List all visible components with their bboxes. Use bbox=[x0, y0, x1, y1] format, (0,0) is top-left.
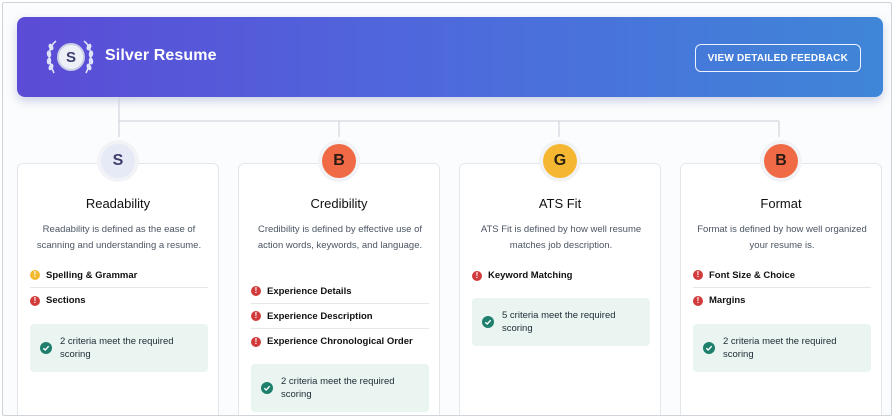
check-circle-icon bbox=[40, 342, 52, 354]
grade-badge-credibility: B bbox=[322, 144, 356, 178]
grade-badge-ats-fit: G bbox=[543, 144, 577, 178]
criterion-row[interactable]: ! Margins bbox=[693, 288, 871, 313]
criteria-met-summary: 2 criteria meet the required scoring bbox=[30, 324, 208, 372]
criteria-list: ! Font Size & Choice ! Margins bbox=[693, 263, 871, 313]
grade-badge-readability: S bbox=[101, 144, 135, 178]
criterion-row[interactable]: ! Spelling & Grammar bbox=[30, 263, 208, 288]
card-description: ATS Fit is defined by how well resume ma… bbox=[480, 224, 642, 251]
criteria-met-text: 5 criteria meet the required scoring bbox=[502, 310, 616, 334]
connector-lines bbox=[118, 97, 780, 137]
error-icon: ! bbox=[251, 286, 261, 296]
error-icon: ! bbox=[251, 336, 261, 347]
card-title: Credibility bbox=[310, 196, 368, 211]
grade-badge-format: B bbox=[764, 144, 798, 178]
criteria-met-text: 2 criteria meet the required scoring bbox=[723, 336, 837, 360]
criterion-row[interactable]: ! Font Size & Choice bbox=[693, 263, 871, 288]
category-card-credibility: Credibility Credibility is defined by ef… bbox=[238, 163, 440, 415]
card-description: Readability is defined as the ease of sc… bbox=[36, 224, 202, 251]
check-circle-icon bbox=[703, 342, 715, 354]
criterion-label: Experience Details bbox=[267, 285, 352, 297]
criterion-label: Spelling & Grammar bbox=[46, 269, 138, 281]
laurel-right-icon bbox=[83, 40, 94, 74]
check-circle-icon bbox=[482, 316, 494, 328]
criteria-met-summary: 2 criteria meet the required scoring bbox=[251, 364, 429, 412]
criteria-met-summary: 2 criteria meet the required scoring bbox=[693, 324, 871, 372]
criterion-row[interactable]: ! Experience Details bbox=[251, 279, 429, 304]
warning-icon: ! bbox=[30, 270, 40, 280]
criteria-met-text: 2 criteria meet the required scoring bbox=[281, 376, 395, 400]
criterion-label: Experience Chronological Order bbox=[267, 336, 413, 347]
criterion-label: Sections bbox=[46, 295, 86, 306]
category-card-format: Format Format is defined by how well org… bbox=[680, 163, 882, 415]
category-card-ats-fit: ATS Fit ATS Fit is defined by how well r… bbox=[459, 163, 661, 415]
error-icon: ! bbox=[251, 311, 261, 321]
category-card-readability: Readability Readability is defined as th… bbox=[17, 163, 219, 415]
error-icon: ! bbox=[693, 295, 703, 306]
silver-badge: S bbox=[45, 39, 95, 75]
criteria-met-summary: 5 criteria meet the required scoring bbox=[472, 298, 650, 346]
criterion-label: Font Size & Choice bbox=[709, 269, 796, 281]
criteria-list: ! Experience Details ! Experience Descri… bbox=[251, 279, 429, 354]
criterion-row[interactable]: ! Experience Description bbox=[251, 304, 429, 329]
criterion-row[interactable]: ! Sections bbox=[30, 288, 208, 313]
criteria-list: ! Keyword Matching bbox=[472, 263, 650, 288]
card-title: Readability bbox=[85, 196, 151, 211]
criterion-label: Keyword Matching bbox=[488, 270, 573, 281]
criteria-list: ! Spelling & Grammar ! Sections bbox=[30, 263, 208, 313]
criterion-label: Experience Description bbox=[267, 310, 373, 322]
card-title: Format bbox=[760, 196, 802, 211]
error-icon: ! bbox=[693, 270, 703, 280]
view-detailed-feedback-button[interactable]: VIEW DETAILED FEEDBACK bbox=[694, 44, 861, 72]
error-icon: ! bbox=[472, 270, 482, 281]
card-description: Credibility is defined by effective use … bbox=[257, 224, 423, 251]
criteria-met-text: 2 criteria meet the required scoring bbox=[60, 336, 174, 360]
resume-level-title: Silver Resume bbox=[105, 47, 217, 64]
card-title: ATS Fit bbox=[538, 196, 582, 211]
card-description: Format is defined by how well organized … bbox=[697, 224, 867, 251]
criterion-row[interactable]: ! Keyword Matching bbox=[472, 263, 650, 288]
criterion-label: Margins bbox=[709, 295, 746, 306]
resume-header-banner: S Silver Resume VIEW DETAILED FEEDBACK bbox=[17, 17, 883, 97]
check-circle-icon bbox=[261, 382, 273, 394]
criterion-row[interactable]: ! Experience Chronological Order bbox=[251, 329, 429, 354]
error-icon: ! bbox=[30, 295, 40, 306]
resume-score-panel: S Silver Resume VIEW DETAILED FEEDBACK R… bbox=[2, 2, 892, 416]
